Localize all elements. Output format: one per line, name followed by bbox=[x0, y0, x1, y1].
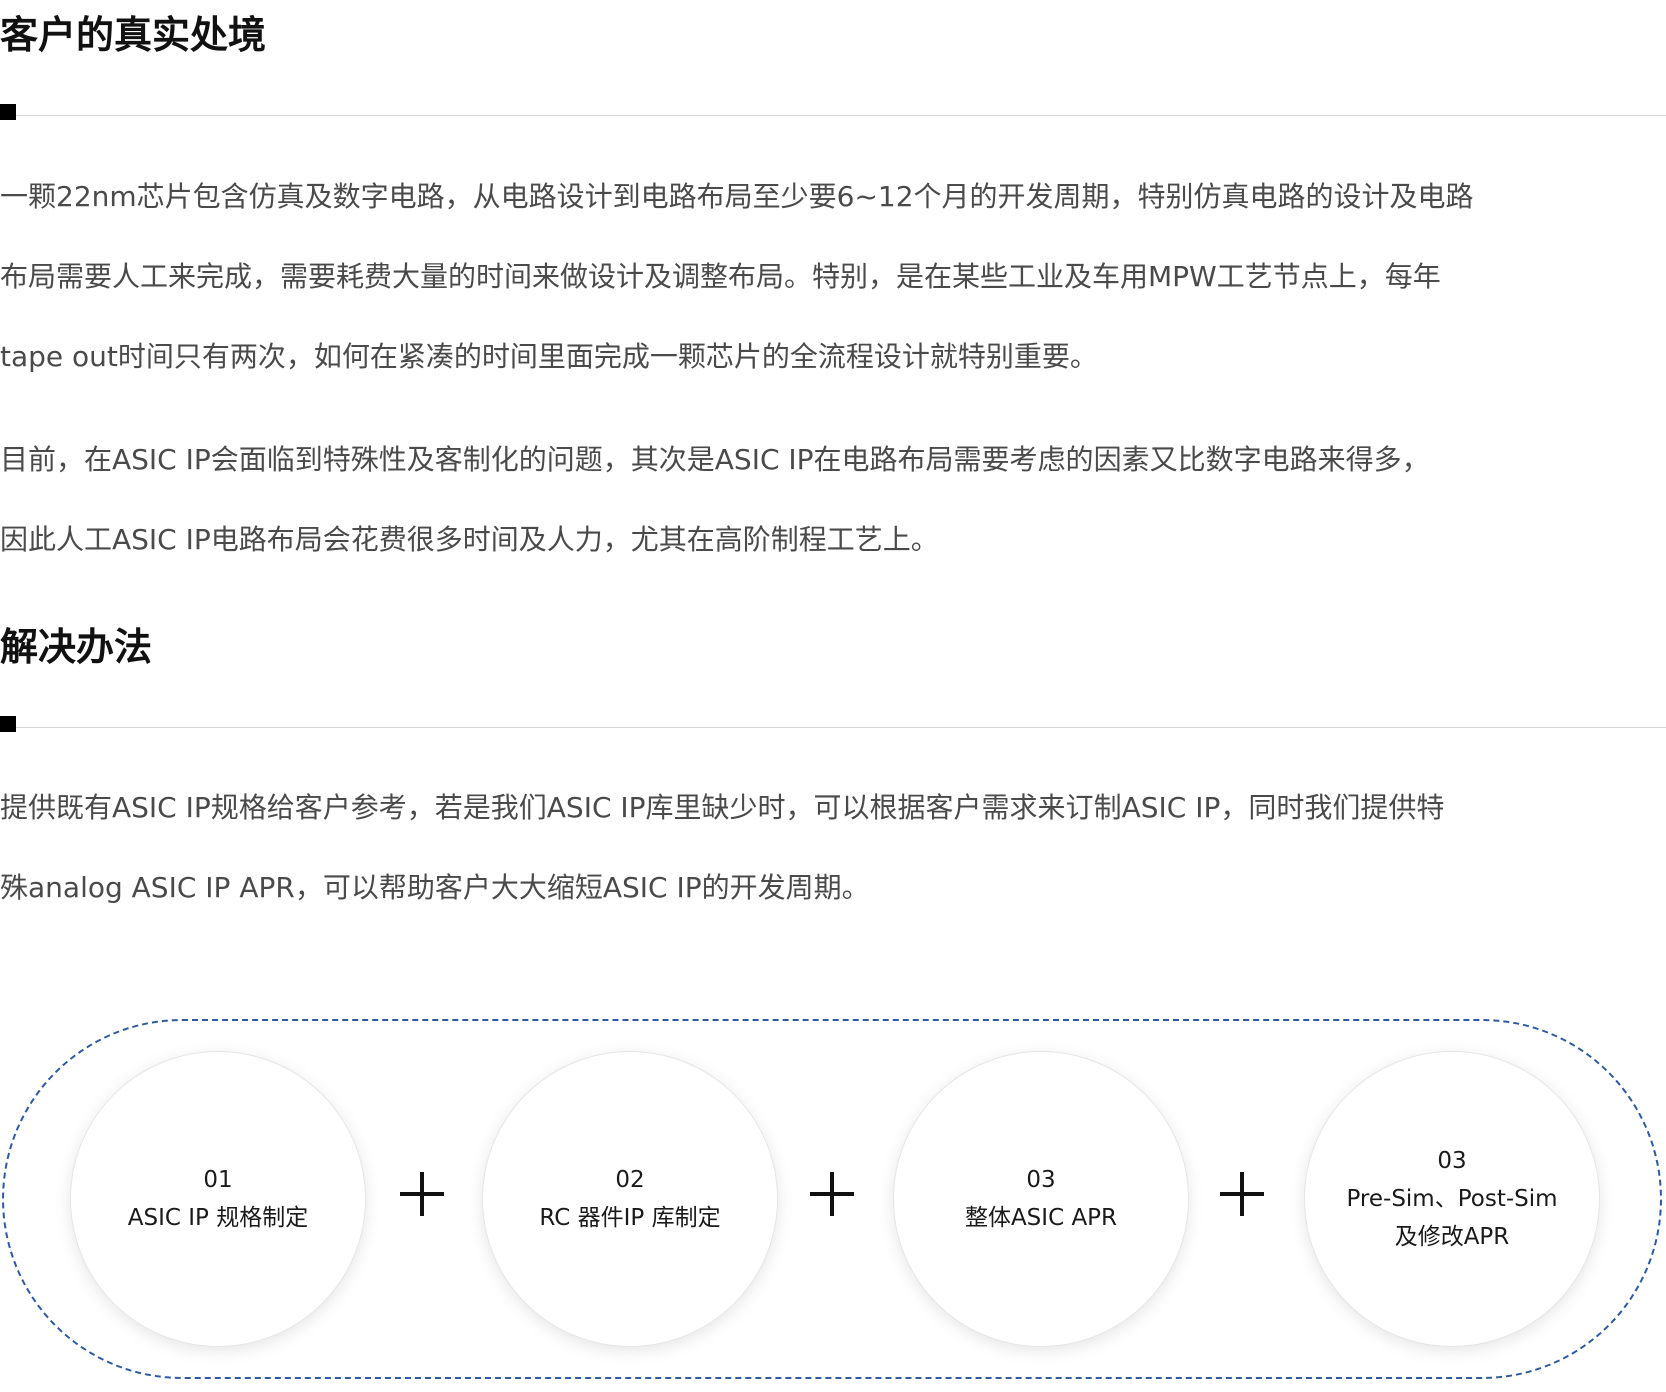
step-number: 03 bbox=[1026, 1167, 1056, 1193]
step-circle-1: 01 ASIC IP 规格制定 bbox=[70, 1051, 366, 1347]
plus-icon bbox=[1220, 1172, 1264, 1216]
section-divider bbox=[0, 104, 1666, 120]
step-number: 03 bbox=[1437, 1148, 1467, 1174]
plus-icon bbox=[400, 1172, 444, 1216]
solution-paragraph: 提供既有ASIC IP规格给客户参考，若是我们ASIC IP库里缺少时，可以根据… bbox=[0, 768, 1666, 928]
paragraph-line: 提供既有ASIC IP规格给客户参考，若是我们ASIC IP库里缺少时，可以根据… bbox=[0, 791, 1445, 824]
step-circle-3: 03 整体ASIC APR bbox=[893, 1051, 1189, 1347]
situation-paragraph-1: 一颗22nm芯片包含仿真及数字电路，从电路设计到电路布局至少要6~12个月的开发… bbox=[0, 157, 1666, 397]
step-label: 及修改APR bbox=[1394, 1224, 1510, 1250]
step-label: ASIC IP 规格制定 bbox=[127, 1205, 309, 1231]
situation-paragraph-2: 目前，在ASIC IP会面临到特殊性及客制化的问题，其次是ASIC IP在电路布… bbox=[0, 420, 1666, 580]
section-title-solution: 解决办法 bbox=[0, 625, 153, 669]
divider-square-icon bbox=[0, 104, 16, 120]
plus-icon bbox=[810, 1172, 854, 1216]
page: 客户的真实处境 一颗22nm芯片包含仿真及数字电路，从电路设计到电路布局至少要6… bbox=[0, 0, 1666, 1392]
paragraph-line: 因此人工ASIC IP电路布局会花费很多时间及人力，尤其在高阶制程工艺上。 bbox=[0, 523, 939, 556]
step-number: 01 bbox=[203, 1167, 233, 1193]
divider-line bbox=[16, 115, 1666, 116]
divider-line bbox=[16, 727, 1666, 728]
section-divider bbox=[0, 716, 1666, 732]
step-circle-4: 03 Pre-Sim、Post-Sim 及修改APR bbox=[1304, 1051, 1600, 1347]
section-title-situation: 客户的真实处境 bbox=[0, 13, 267, 57]
step-label: 整体ASIC APR bbox=[964, 1205, 1118, 1231]
paragraph-line: 殊analog ASIC IP APR，可以帮助客户大大缩短ASIC IP的开发… bbox=[0, 871, 870, 904]
step-circle-2: 02 RC 器件IP 库制定 bbox=[482, 1051, 778, 1347]
paragraph-line: 布局需要人工来完成，需要耗费大量的时间来做设计及调整布局。特别，是在某些工业及车… bbox=[0, 260, 1441, 293]
paragraph-line: 一颗22nm芯片包含仿真及数字电路，从电路设计到电路布局至少要6~12个月的开发… bbox=[0, 180, 1474, 213]
divider-square-icon bbox=[0, 716, 16, 732]
step-label: Pre-Sim、Post-Sim bbox=[1346, 1186, 1558, 1212]
paragraph-line: 目前，在ASIC IP会面临到特殊性及客制化的问题，其次是ASIC IP在电路布… bbox=[0, 443, 1430, 476]
paragraph-line: tape out时间只有两次，如何在紧凑的时间里面完成一颗芯片的全流程设计就特别… bbox=[0, 340, 1098, 373]
step-number: 02 bbox=[615, 1167, 645, 1193]
step-label: RC 器件IP 库制定 bbox=[539, 1205, 721, 1231]
